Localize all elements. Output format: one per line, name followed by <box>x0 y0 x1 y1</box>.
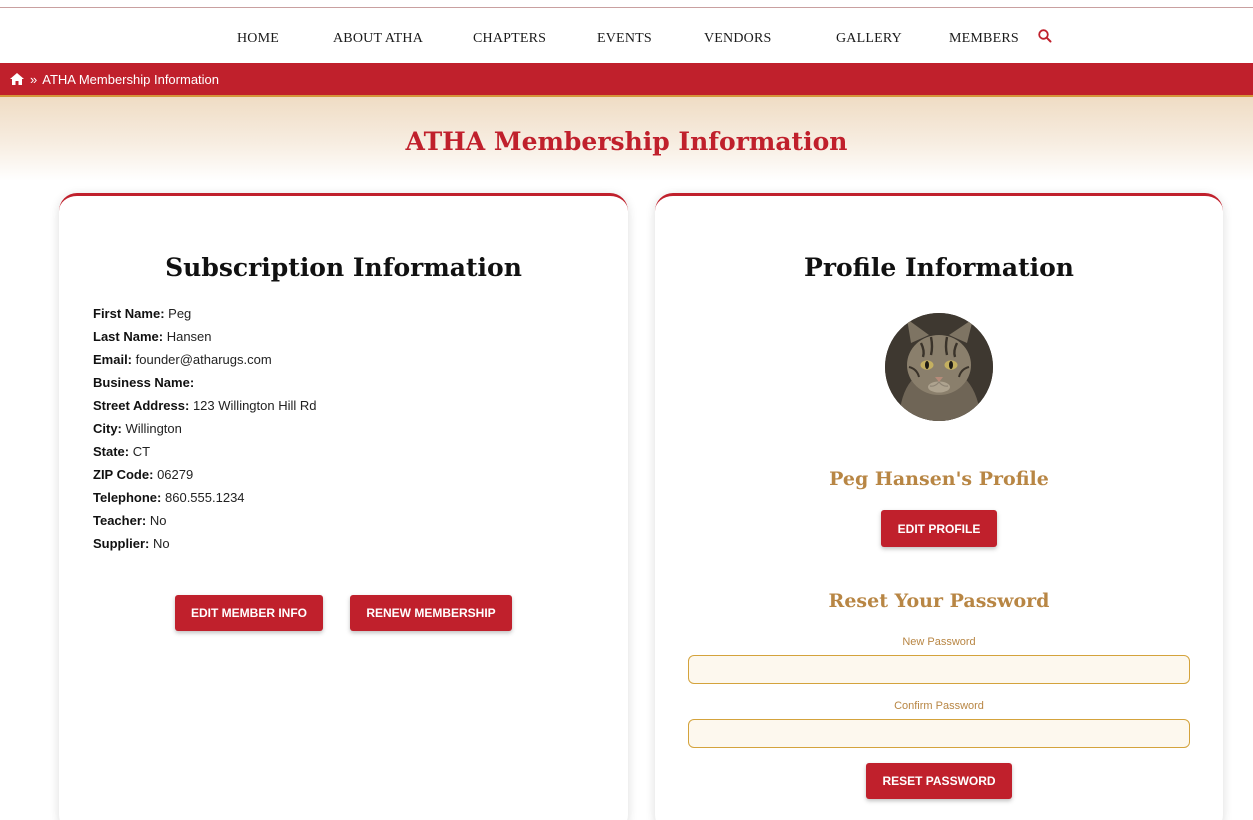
info-row-zip-code: ZIP Code: 06279 <box>93 467 194 482</box>
nav-about-atha[interactable]: ABOUT ATHA <box>333 31 423 47</box>
info-row-street-address: Street Address: 123 Willington Hill Rd <box>93 398 317 413</box>
page-banner: ATHA Membership Information <box>0 97 1253 181</box>
confirm-password-input[interactable] <box>688 719 1190 748</box>
confirm-password-label: Confirm Password <box>894 700 984 712</box>
info-row-supplier: Supplier: No <box>93 536 170 551</box>
edit-profile-button[interactable]: EDIT PROFILE <box>881 510 997 547</box>
info-row-email: Email: founder@atharugs.com <box>93 352 272 367</box>
search-icon[interactable] <box>1037 28 1053 44</box>
info-row-first-name: First Name: Peg <box>93 306 192 321</box>
edit-member-info-button[interactable]: EDIT MEMBER INFO <box>175 595 323 631</box>
info-row-telephone: Telephone: 860.555.1234 <box>93 490 245 505</box>
avatar <box>885 313 993 421</box>
main-nav: HOME ABOUT ATHA CHAPTERS EVENTS VENDORS … <box>0 26 1253 52</box>
profile-card: Profile Information Peg Hansen's Profile… <box>655 193 1223 820</box>
profile-name-heading: Peg Hansen's Profile <box>829 468 1049 490</box>
info-row-state: State: CT <box>93 444 151 459</box>
new-password-input[interactable] <box>688 655 1190 684</box>
home-icon[interactable] <box>9 72 25 86</box>
nav-members[interactable]: MEMBERS <box>949 31 1019 47</box>
reset-password-title: Reset Your Password <box>828 590 1050 612</box>
info-row-last-name: Last Name: Hansen <box>93 329 212 344</box>
nav-vendors[interactable]: VENDORS <box>704 31 772 47</box>
nav-home[interactable]: HOME <box>237 31 279 47</box>
new-password-label: New Password <box>902 636 976 648</box>
breadcrumb: » ATHA Membership Information <box>0 63 1253 97</box>
subscription-card: Subscription Information First Name: Peg… <box>59 193 628 820</box>
info-row-city: City: Willington <box>93 421 182 436</box>
breadcrumb-current: ATHA Membership Information <box>42 71 220 87</box>
reset-password-button[interactable]: RESET PASSWORD <box>866 763 1012 799</box>
nav-events[interactable]: EVENTS <box>597 31 652 47</box>
renew-membership-button[interactable]: RENEW MEMBERSHIP <box>350 595 512 631</box>
page-title: ATHA Membership Information <box>405 127 848 156</box>
breadcrumb-separator: » <box>30 71 38 87</box>
top-divider <box>0 7 1253 8</box>
subscription-title: Subscription Information <box>165 253 522 282</box>
info-row-business-name: Business Name: <box>93 375 195 390</box>
nav-chapters[interactable]: CHAPTERS <box>473 31 546 47</box>
subscription-field-list: First Name: Peg Last Name: Hansen Email:… <box>93 306 317 559</box>
info-row-teacher: Teacher: No <box>93 513 167 528</box>
cat-avatar-image <box>885 313 993 421</box>
profile-title: Profile Information <box>804 253 1074 282</box>
nav-gallery[interactable]: GALLERY <box>836 31 902 47</box>
